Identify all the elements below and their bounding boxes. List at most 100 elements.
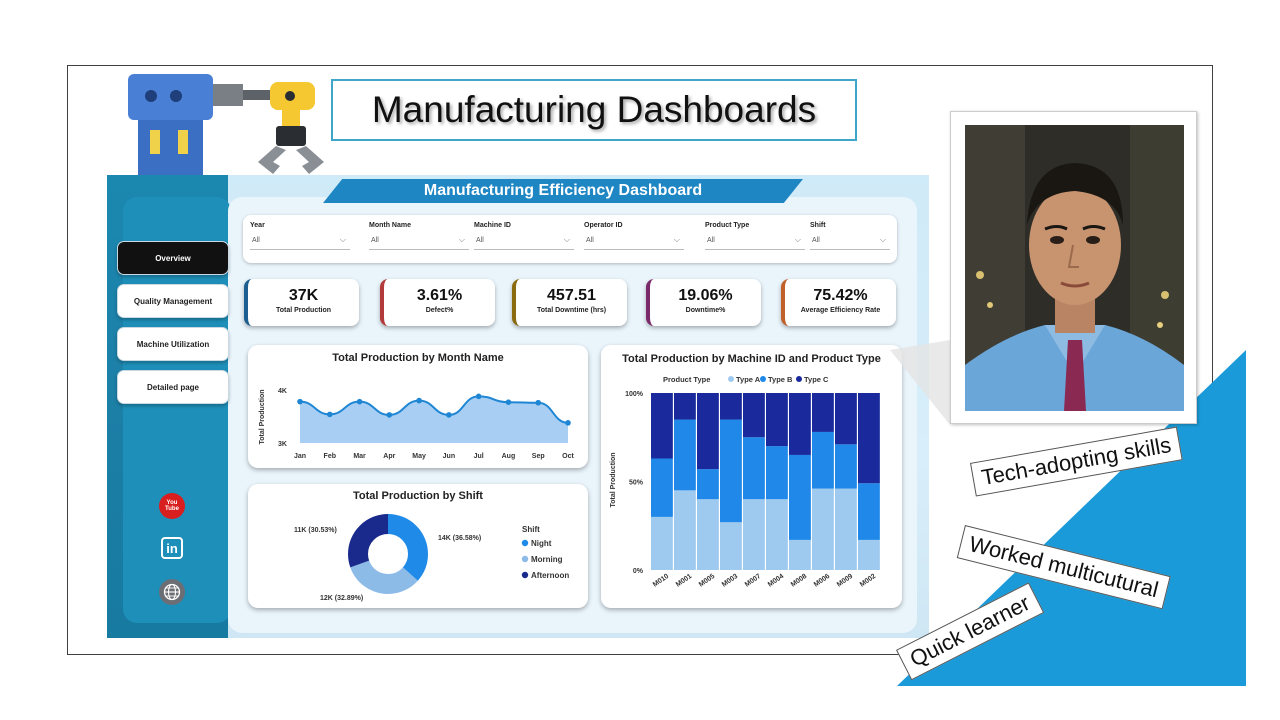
legend-marker xyxy=(521,555,529,563)
filter-product-type[interactable]: Product Type All ⌵ xyxy=(705,222,805,250)
data-point xyxy=(446,412,452,418)
legend-title: Shift xyxy=(522,525,540,534)
filter-label: Machine ID xyxy=(474,222,511,229)
filter-label: Product Type xyxy=(705,222,750,229)
data-point xyxy=(505,399,512,405)
bar-segment xyxy=(720,522,742,570)
bar-segment xyxy=(789,393,811,455)
donut-chart: 14K (36.58%) 12K (32.89%) 11K (30.53%) Shif… xyxy=(294,514,569,602)
x-tick-label: May xyxy=(412,453,426,460)
filter-select[interactable]: All ⌵ xyxy=(250,235,350,250)
bar-segment xyxy=(651,393,673,459)
bar-segment xyxy=(674,393,696,420)
x-tick-label: M008 xyxy=(790,573,808,589)
y-tick-label: 50% xyxy=(629,480,644,487)
production-by-machine-card: Total Production by Machine ID and Produ… xyxy=(601,345,902,608)
bar-segment xyxy=(835,488,857,570)
filter-select[interactable]: All ⌵ xyxy=(584,235,684,250)
x-tick-label: Oct xyxy=(562,453,574,460)
bar-segment xyxy=(835,444,857,489)
legend-marker xyxy=(728,376,734,382)
slice-label: 12K (32.89%) xyxy=(320,595,363,602)
y-tick-label: 0% xyxy=(633,568,644,575)
kpi-total-downtime: 457.51 Total Downtime (hrs) xyxy=(512,279,627,326)
y-tick-label: 3K xyxy=(278,441,287,448)
bar-segment xyxy=(858,393,880,484)
bar-segment xyxy=(858,483,880,540)
bar-segment xyxy=(674,419,696,491)
legend-label: Type B xyxy=(768,375,793,384)
y-tick-label: 100% xyxy=(625,391,644,398)
filter-label: Shift xyxy=(810,222,826,229)
filter-shift[interactable]: Shift All ⌵ xyxy=(810,222,890,250)
production-by-month-card: Total Production by Month Name 4K 3K Total… xyxy=(248,345,588,468)
legend-label: Afternoon xyxy=(531,571,569,580)
chevron-down-icon: ⌵ xyxy=(339,235,346,244)
data-point xyxy=(416,397,422,404)
x-tick-label: M002 xyxy=(859,573,877,589)
dashboard-title: Manufacturing Efficiency Dashboard xyxy=(323,179,803,203)
production-by-shift-card: Total Production by Shift 14K (36.58%) 12… xyxy=(248,484,588,608)
youtube-icon[interactable]: You Tube xyxy=(159,493,185,519)
chart-title: Total Production by Machine ID and Produ… xyxy=(622,353,881,365)
bar-segment xyxy=(651,516,673,570)
bar-segment xyxy=(789,454,811,540)
x-tick-label: Aug xyxy=(502,453,516,460)
x-tick-label: Feb xyxy=(324,453,336,460)
filter-operator-id[interactable]: Operator ID All ⌵ xyxy=(584,222,684,250)
filter-select[interactable]: All ⌵ xyxy=(369,235,469,250)
legend-marker xyxy=(760,376,766,382)
profile-photo-frame xyxy=(950,111,1197,424)
kpi-downtime-percent: 19.06% Downtime% xyxy=(646,279,761,326)
slide-title: Manufacturing Dashboards xyxy=(331,79,857,141)
linkedin-icon-text: in xyxy=(161,537,183,559)
bar-segment xyxy=(835,393,857,445)
legend-label: Type A xyxy=(736,375,761,384)
x-tick-label: M004 xyxy=(767,573,785,589)
nav-quality-management-button[interactable]: Quality Management xyxy=(117,284,229,318)
chevron-down-icon: ⌵ xyxy=(563,235,570,244)
profile-photo xyxy=(965,125,1184,411)
bar-segment xyxy=(743,393,765,438)
bar-segment xyxy=(697,499,719,570)
x-tick-label: Sep xyxy=(532,453,545,460)
x-tick-label: M010 xyxy=(652,573,670,589)
globe-icon[interactable] xyxy=(159,579,185,605)
youtube-icon-text: You Tube xyxy=(165,500,179,512)
filter-select[interactable]: All ⌵ xyxy=(705,235,805,250)
x-tick-label: M005 xyxy=(698,573,716,589)
filter-select[interactable]: All ⌵ xyxy=(474,235,574,250)
stacked-bar-chart: Product Type Type A Type B Type C 0% 50% 100% T… xyxy=(610,375,880,589)
filter-machine-id[interactable]: Machine ID All ⌵ xyxy=(474,222,574,250)
y-axis-label: Total Production xyxy=(259,389,266,444)
filter-year[interactable]: Year All ⌵ xyxy=(250,222,350,250)
filter-month-name[interactable]: Month Name All ⌵ xyxy=(369,222,469,250)
bar-segment xyxy=(697,393,719,470)
x-tick-label: Jun xyxy=(443,453,455,460)
data-point xyxy=(535,399,542,406)
x-tick-label: M007 xyxy=(744,573,762,589)
legend-title: Product Type xyxy=(663,375,710,384)
chart-title: Total Production by Shift xyxy=(353,490,483,502)
y-tick-label: 4K xyxy=(278,388,287,395)
chevron-down-icon: ⌵ xyxy=(458,235,465,244)
legend-marker xyxy=(521,539,529,547)
chevron-down-icon: ⌵ xyxy=(794,235,801,244)
nav-detailed-page-button[interactable]: Detailed page xyxy=(117,370,229,404)
nav-overview-button[interactable]: Overview xyxy=(117,241,229,275)
chevron-down-icon: ⌵ xyxy=(673,235,680,244)
bar-segment xyxy=(743,437,765,500)
filter-label: Month Name xyxy=(369,222,411,229)
x-tick-label: M001 xyxy=(675,573,693,589)
bar-segment xyxy=(743,499,765,570)
legend-label: Type C xyxy=(804,375,829,384)
filter-bar: Year All ⌵ Month Name All ⌵ Machine ID All… xyxy=(243,215,897,263)
slice-label: 14K (36.58%) xyxy=(438,535,481,542)
nav-machine-utilization-button[interactable]: Machine Utilization xyxy=(117,327,229,361)
linkedin-icon[interactable]: in xyxy=(159,535,185,561)
x-tick-label: Apr xyxy=(383,453,395,460)
y-axis-label: Total Production xyxy=(610,452,617,507)
bar-segment xyxy=(812,431,834,489)
filter-select[interactable]: All ⌵ xyxy=(810,235,890,250)
bar-segment xyxy=(766,446,788,500)
